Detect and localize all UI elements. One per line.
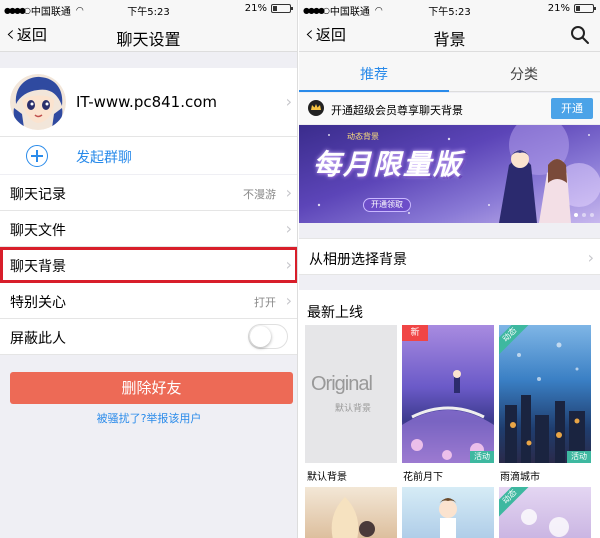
thumbnail-art [331, 497, 375, 538]
menu-item-value: 打开 [254, 296, 276, 309]
settings-menu: 聊天记录 不漫游 › 聊天文件 › 聊天背景 › 特别关心 打开 › 屏蔽此人 [0, 175, 297, 355]
tab-recommended[interactable]: 推荐 [299, 64, 449, 84]
thumbnail-art [438, 498, 458, 538]
nav-bar: ‹ 返回 聊天设置 [0, 18, 297, 52]
thumbnail-row2-1[interactable] [305, 487, 397, 538]
event-badge: 活动 [470, 451, 494, 463]
banner-subtitle: 动态背景 [347, 132, 379, 141]
battery-icon [271, 4, 293, 13]
battery-percent: 21% [244, 3, 267, 14]
start-group-chat-row[interactable]: 发起群聊 [0, 136, 297, 174]
menu-item-chat-background[interactable]: 聊天背景 › [0, 247, 297, 283]
delete-friend-button[interactable]: 删除好友 [10, 372, 293, 404]
menu-item-chat-history[interactable]: 聊天记录 不漫游 › [0, 175, 297, 211]
menu-item-label: 聊天记录 [10, 187, 66, 203]
tab-categories[interactable]: 分类 [449, 64, 599, 84]
thumbnail-rainy-city[interactable]: 动态 活动 [499, 325, 591, 463]
nav-bar: ‹ 返回 背景 [299, 18, 600, 52]
banner-title: 每月限量版 [313, 148, 464, 181]
promo-banner[interactable]: 动态背景 每月限量版 开通领取 [299, 125, 600, 223]
thumbnail-row2-2[interactable] [402, 487, 494, 538]
event-badge: 活动 [567, 451, 591, 463]
chevron-right-icon: › [285, 219, 292, 238]
thumbnail-label: 花前月下 [403, 472, 443, 483]
thumbnail-moonlight[interactable]: 新 活动 [402, 325, 494, 463]
thumbnail-art [505, 342, 585, 463]
menu-item-chat-files[interactable]: 聊天文件 › [0, 211, 297, 247]
avatar [10, 74, 66, 130]
menu-item-label: 屏蔽此人 [10, 331, 66, 347]
back-button[interactable]: ‹ 返回 [305, 21, 346, 47]
thumbnail-label: 默认背景 [307, 472, 347, 483]
chevron-right-icon: › [285, 92, 292, 111]
tab-bar: 推荐 分类 [299, 52, 600, 92]
back-label: 返回 [16, 26, 47, 44]
thumbnail-label: 雨滴城市 [500, 472, 540, 483]
thumbnail-art [402, 370, 494, 463]
plus-circle-icon [26, 145, 48, 167]
choose-from-album-row[interactable]: 从相册选择背景 › [299, 238, 600, 275]
search-icon[interactable] [570, 25, 590, 45]
open-vip-button[interactable]: 开通 [551, 98, 593, 119]
thumbnail-original-text: Original [311, 373, 373, 395]
section-title: 最新上线 [307, 305, 363, 321]
thumbnail-default[interactable]: Original 默认背景 [305, 325, 397, 463]
chevron-right-icon: › [587, 248, 594, 267]
menu-item-label: 特别关心 [10, 295, 66, 311]
background-screen: ●●●●○ 中国联通 ◠ 下午5:23 21% ‹ 返回 背景 推荐 分类 开通… [299, 0, 600, 538]
banner-claim-button[interactable]: 开通领取 [363, 198, 411, 212]
status-bar: ●●●●○ 中国联通 ◠ 下午5:23 21% [299, 0, 600, 18]
report-user-link[interactable]: 被骚扰了?举报该用户 [0, 410, 297, 426]
back-label: 返回 [315, 26, 346, 44]
new-badge: 新 [402, 325, 428, 341]
back-button[interactable]: ‹ 返回 [6, 21, 47, 47]
choose-from-album-label: 从相册选择背景 [309, 252, 407, 268]
chat-settings-screen: ●●●●○ 中国联通 ◠ 下午5:23 21% ‹ 返回 聊天设置 IT-www… [0, 0, 298, 538]
profile-row[interactable]: IT-www.pc841.com › [0, 68, 297, 136]
chevron-right-icon: › [285, 291, 292, 310]
status-bar: ●●●●○ 中国联通 ◠ 下午5:23 21% [0, 0, 297, 18]
chevron-right-icon: › [285, 255, 292, 274]
menu-item-label: 聊天文件 [10, 223, 66, 239]
carousel-dots [574, 213, 594, 217]
tab-indicator [299, 90, 449, 92]
menu-item-special-care[interactable]: 特别关心 打开 › [0, 283, 297, 319]
chevron-left-icon: ‹ [6, 21, 15, 47]
menu-item-block-user: 屏蔽此人 [0, 319, 297, 355]
thumbnail-original-subtext: 默认背景 [335, 404, 372, 414]
latest-section: 最新上线 Original 默认背景 新 活动 动态 活动 默认背景 花前月下 … [299, 290, 600, 538]
chevron-left-icon: ‹ [305, 21, 314, 47]
menu-item-value: 不漫游 [243, 188, 276, 201]
vip-promo-text: 开通超级会员尊享聊天背景 [331, 104, 463, 117]
menu-item-label: 聊天背景 [10, 259, 66, 275]
block-toggle[interactable] [248, 324, 288, 349]
battery-icon [574, 4, 596, 13]
vip-crown-icon [308, 100, 324, 116]
chevron-right-icon: › [285, 183, 292, 202]
vip-promo-bar: 开通超级会员尊享聊天背景 开通 [299, 93, 600, 125]
start-group-chat-label: 发起群聊 [76, 150, 132, 166]
toggle-knob [250, 326, 271, 347]
thumbnail-row2-3[interactable]: 动态 [499, 487, 591, 538]
profile-name: IT-www.pc841.com [76, 93, 218, 111]
battery-percent: 21% [547, 3, 570, 14]
